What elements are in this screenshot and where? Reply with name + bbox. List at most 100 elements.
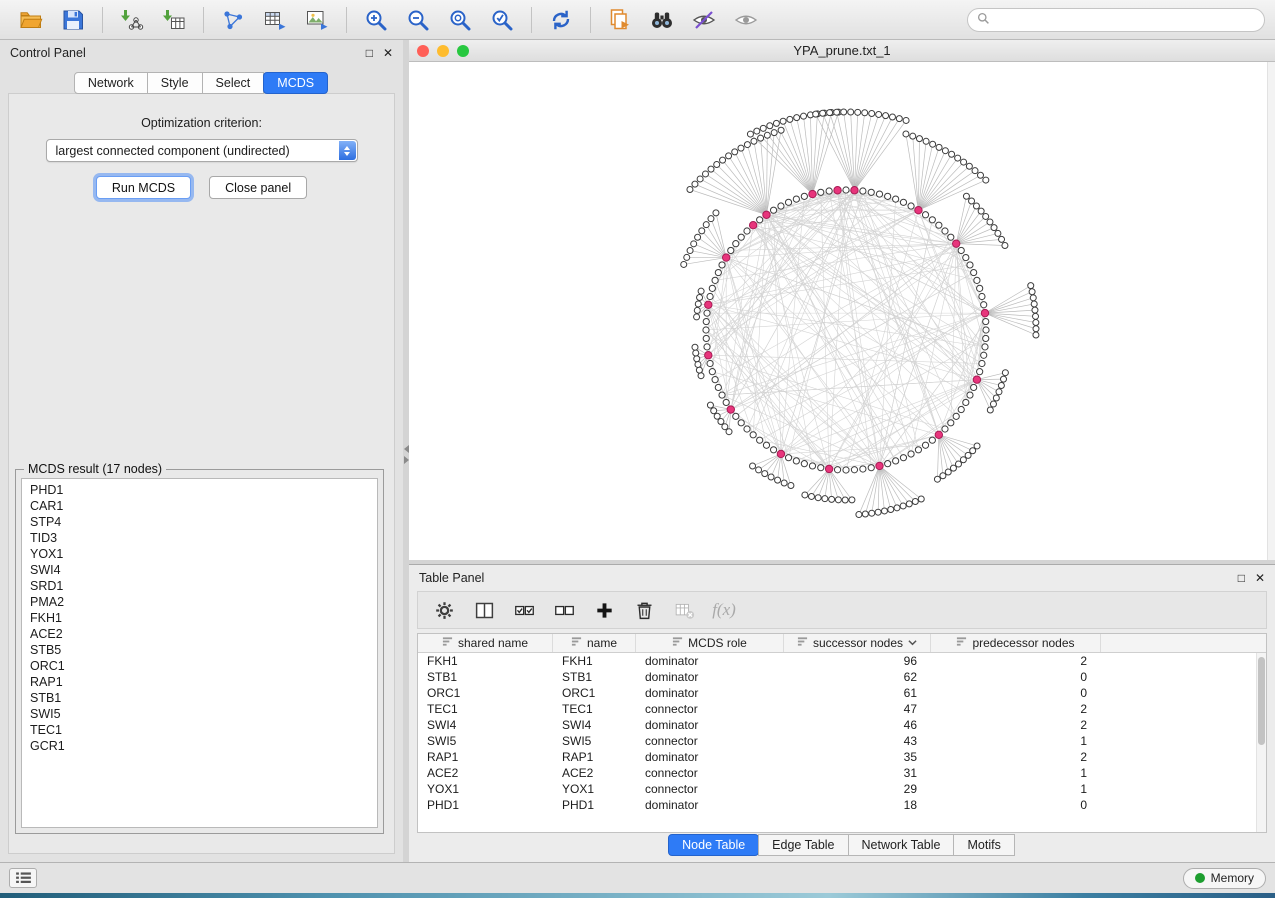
float-table-panel-icon[interactable]: □ (1238, 572, 1245, 584)
mcds-result-item[interactable]: STP4 (22, 514, 377, 530)
mcds-result-item[interactable]: YOX1 (22, 546, 377, 562)
export-image-icon[interactable] (299, 5, 335, 35)
search-box[interactable] (967, 8, 1265, 32)
mcds-result-group: MCDS result (17 nodes) PHD1CAR1STP4TID3Y… (15, 462, 384, 834)
tab-edge-table[interactable]: Edge Table (758, 834, 848, 856)
minimize-window-icon[interactable] (437, 45, 449, 57)
table-row[interactable]: YOX1YOX1connector291 (418, 781, 1266, 797)
desktop-wallpaper (0, 893, 1275, 898)
network-scrollbar[interactable] (1267, 62, 1275, 560)
export-table-icon[interactable] (257, 5, 293, 35)
import-network-icon[interactable] (114, 5, 150, 35)
mcds-result-item[interactable]: TID3 (22, 530, 377, 546)
close-panel-icon[interactable]: ✕ (383, 47, 393, 59)
deselect-all-icon[interactable] (548, 595, 580, 625)
tab-network-table[interactable]: Network Table (848, 834, 955, 856)
mcds-result-item[interactable]: GCR1 (22, 738, 377, 754)
fx-icon[interactable]: f(x) (708, 595, 740, 625)
zoom-fit-icon[interactable] (442, 5, 478, 35)
search-network-icon[interactable] (644, 5, 680, 35)
import-table-icon[interactable] (156, 5, 192, 35)
column-header-filler (1101, 634, 1266, 652)
table-row[interactable]: RAP1RAP1dominator352 (418, 749, 1266, 765)
table-scrollbar[interactable] (1256, 653, 1266, 832)
table-row[interactable]: ACE2ACE2connector311 (418, 765, 1266, 781)
search-input[interactable] (995, 13, 1255, 27)
add-column-icon[interactable] (588, 595, 620, 625)
close-window-icon[interactable] (417, 45, 429, 57)
column-header-name[interactable]: name (553, 634, 636, 652)
mcds-result-item[interactable]: SRD1 (22, 578, 377, 594)
cell-successor-nodes: 62 (784, 670, 931, 684)
column-header-predecessor-nodes[interactable]: predecessor nodes (931, 634, 1101, 652)
zoom-out-icon[interactable] (400, 5, 436, 35)
memory-status-dot (1195, 873, 1205, 883)
copy-network-icon[interactable] (602, 5, 638, 35)
run-mcds-button[interactable]: Run MCDS (96, 176, 191, 199)
table-row[interactable]: ORC1ORC1dominator610 (418, 685, 1266, 701)
mcds-result-item[interactable]: STB5 (22, 642, 377, 658)
close-panel-button[interactable]: Close panel (209, 176, 307, 199)
hide-selected-icon[interactable] (686, 5, 722, 35)
table-row[interactable]: SWI4SWI4dominator462 (418, 717, 1266, 733)
cell-predecessor-nodes: 0 (931, 670, 1101, 684)
cell-successor-nodes: 96 (784, 654, 931, 668)
zoom-in-icon[interactable] (358, 5, 394, 35)
table-row[interactable]: TEC1TEC1connector472 (418, 701, 1266, 717)
tab-mcds[interactable]: MCDS (263, 72, 328, 94)
table-row[interactable]: SWI5SWI5connector431 (418, 733, 1266, 749)
network-graph[interactable] (409, 62, 1275, 560)
toolbar-divider (590, 7, 591, 33)
save-icon[interactable] (55, 5, 91, 35)
mcds-result-item[interactable]: SWI4 (22, 562, 377, 578)
show-all-icon[interactable] (728, 5, 764, 35)
cell-successor-nodes: 43 (784, 734, 931, 748)
table-row[interactable]: FKH1FKH1dominator962 (418, 653, 1266, 669)
mcds-result-item[interactable]: ACE2 (22, 626, 377, 642)
cell-predecessor-nodes: 1 (931, 734, 1101, 748)
column-header-successor-nodes[interactable]: successor nodes (784, 634, 931, 652)
maximize-window-icon[interactable] (457, 45, 469, 57)
optimization-criterion-label: Optimization criterion: (9, 116, 394, 130)
columns-icon[interactable] (468, 595, 500, 625)
tab-select[interactable]: Select (202, 72, 265, 94)
mcds-result-item[interactable]: PHD1 (22, 482, 377, 498)
mcds-result-item[interactable]: FKH1 (22, 610, 377, 626)
mcds-result-item[interactable]: TEC1 (22, 722, 377, 738)
mcds-result-item[interactable]: RAP1 (22, 674, 377, 690)
mcds-result-item[interactable]: PMA2 (22, 594, 377, 610)
refresh-icon[interactable] (543, 5, 579, 35)
float-panel-icon[interactable]: □ (366, 47, 373, 59)
tab-motifs[interactable]: Motifs (953, 834, 1014, 856)
mcds-result-list[interactable]: PHD1CAR1STP4TID3YOX1SWI4SRD1PMA2FKH1ACE2… (21, 478, 378, 828)
panel-menu-button[interactable] (9, 868, 37, 888)
memory-button[interactable]: Memory (1183, 868, 1266, 889)
cell-shared-name: FKH1 (418, 654, 553, 668)
zoom-selected-icon[interactable] (484, 5, 520, 35)
tab-network[interactable]: Network (74, 72, 148, 94)
table-row[interactable]: STB1STB1dominator620 (418, 669, 1266, 685)
export-network-icon[interactable] (215, 5, 251, 35)
cell-shared-name: SWI5 (418, 734, 553, 748)
cell-name: SWI4 (553, 718, 636, 732)
table-row[interactable]: PHD1PHD1dominator180 (418, 797, 1266, 813)
table-scrollbar-thumb[interactable] (1258, 657, 1265, 745)
control-tabs: NetworkStyleSelectMCDS (0, 72, 403, 94)
delete-column-icon[interactable] (628, 595, 660, 625)
open-folder-icon[interactable] (13, 5, 49, 35)
network-canvas[interactable] (409, 62, 1275, 560)
tab-style[interactable]: Style (147, 72, 203, 94)
gear-icon[interactable] (428, 595, 460, 625)
mcds-result-item[interactable]: SWI5 (22, 706, 377, 722)
mcds-result-item[interactable]: ORC1 (22, 658, 377, 674)
close-table-panel-icon[interactable]: ✕ (1255, 572, 1265, 584)
column-header-shared-name[interactable]: shared name (418, 634, 553, 652)
mcds-result-item[interactable]: STB1 (22, 690, 377, 706)
tab-node-table[interactable]: Node Table (668, 834, 759, 856)
mcds-result-item[interactable]: CAR1 (22, 498, 377, 514)
criterion-dropdown[interactable]: largest connected component (undirected) (46, 139, 358, 162)
cell-shared-name: ACE2 (418, 766, 553, 780)
select-all-icon[interactable] (508, 595, 540, 625)
column-header-mcds-role[interactable]: MCDS role (636, 634, 784, 652)
delete-table-icon[interactable] (668, 595, 700, 625)
